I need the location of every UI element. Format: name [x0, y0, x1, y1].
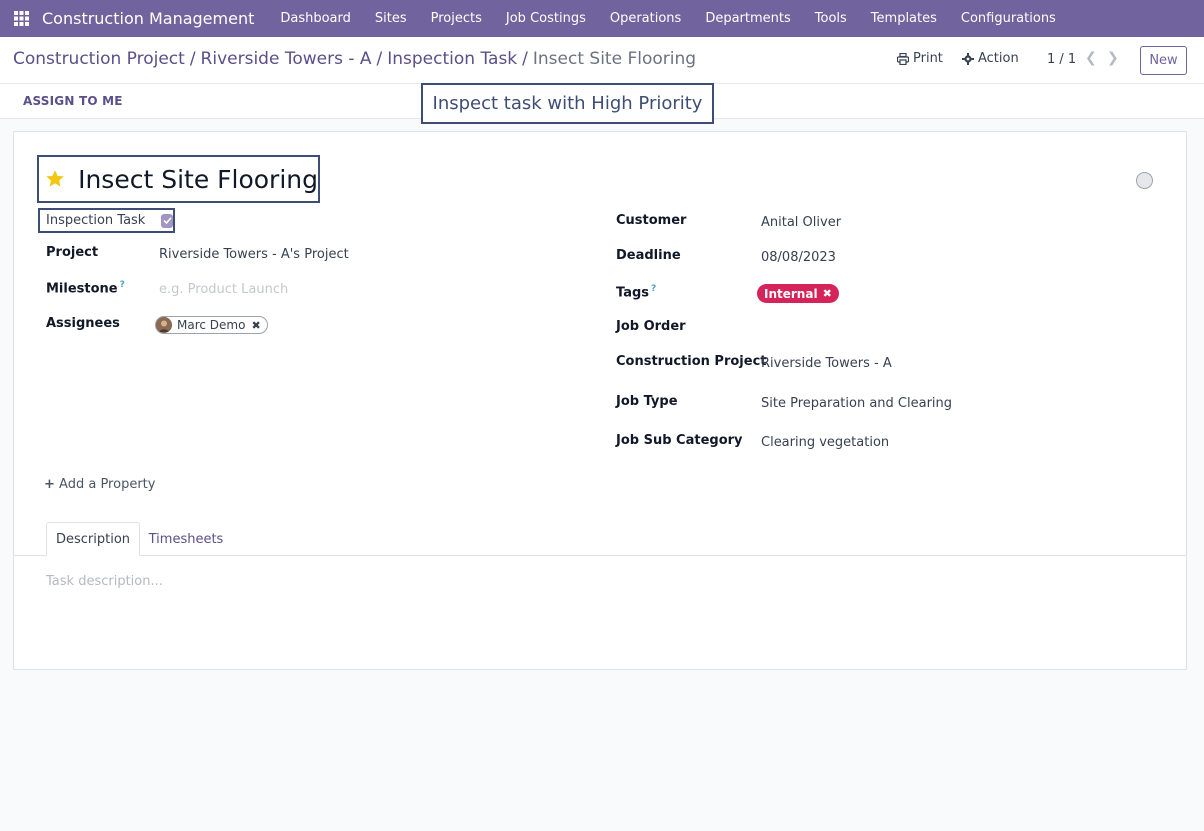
- remove-assignee-icon[interactable]: ✖: [251, 319, 260, 332]
- breadcrumb-inspection-task[interactable]: Inspection Task: [387, 49, 517, 69]
- tab-description[interactable]: Description: [46, 522, 140, 556]
- print-button[interactable]: Print: [897, 51, 943, 66]
- add-property-button[interactable]: + Add a Property: [44, 477, 155, 492]
- help-marker[interactable]: ?: [651, 284, 656, 294]
- task-title[interactable]: Insect Site Flooring: [78, 165, 318, 194]
- inspection-task-checkbox[interactable]: [161, 213, 173, 228]
- task-title-box: Insect Site Flooring: [37, 155, 320, 203]
- tags-label: Tags?: [616, 284, 656, 300]
- job-type-label: Job Type: [616, 394, 678, 409]
- customer-label: Customer: [616, 213, 687, 228]
- construction-project-label: Construction Project: [616, 354, 767, 369]
- deadline-value[interactable]: 08/08/2023: [761, 250, 836, 265]
- print-label: Print: [913, 51, 943, 66]
- milestone-label-text: Milestone: [46, 281, 118, 297]
- assignee-name: Marc Demo: [177, 318, 246, 332]
- kanban-state-icon[interactable]: [1136, 172, 1153, 189]
- tag-label: Internal: [764, 286, 818, 301]
- gear-icon: [962, 52, 974, 65]
- print-icon: [897, 52, 909, 65]
- breadcrumb-riverside-towers[interactable]: Riverside Towers - A: [201, 49, 372, 69]
- inspection-task-label: Inspection Task: [46, 213, 146, 228]
- action-label: Action: [978, 51, 1019, 66]
- app-name[interactable]: Construction Management: [42, 9, 254, 28]
- job-sub-category-value[interactable]: Clearing vegetation: [761, 435, 889, 450]
- menu-dashboard[interactable]: Dashboard: [268, 0, 363, 37]
- help-marker[interactable]: ?: [120, 280, 125, 290]
- menu-configurations[interactable]: Configurations: [949, 0, 1068, 37]
- pager-next-icon[interactable]: ❯: [1107, 50, 1119, 66]
- breadcrumb-current: Insect Site Flooring: [532, 49, 697, 69]
- construction-project-value[interactable]: Riverside Towers - A: [761, 356, 892, 371]
- milestone-label: Milestone?: [46, 280, 125, 296]
- tag-internal[interactable]: Internal ✖: [757, 284, 839, 303]
- add-property-label: Add a Property: [59, 477, 156, 492]
- tags-label-text: Tags: [616, 285, 650, 301]
- milestone-input[interactable]: e.g. Product Launch: [159, 282, 288, 297]
- pager-previous-icon[interactable]: ❮: [1085, 50, 1097, 66]
- menu-departments[interactable]: Departments: [693, 0, 802, 37]
- project-value[interactable]: Riverside Towers - A's Project: [159, 247, 349, 262]
- action-button[interactable]: Action: [962, 51, 1019, 66]
- avatar: [156, 317, 172, 333]
- pager-value[interactable]: 1 / 1: [1047, 52, 1076, 67]
- annotation-tooltip: Inspect task with High Priority: [421, 83, 714, 124]
- form-sheet: [13, 131, 1187, 670]
- customer-value[interactable]: Anital Oliver: [761, 215, 841, 230]
- breadcrumb-separator: /: [189, 49, 196, 69]
- job-type-value[interactable]: Site Preparation and Clearing: [761, 396, 952, 411]
- project-label: Project: [46, 245, 99, 260]
- apps-grid-icon[interactable]: [0, 0, 42, 37]
- breadcrumb-separator: /: [522, 49, 528, 69]
- breadcrumb-construction-project[interactable]: Construction Project: [13, 49, 185, 69]
- description-editor[interactable]: Task description...: [46, 574, 163, 589]
- new-button[interactable]: New: [1140, 46, 1187, 75]
- priority-star-icon[interactable]: [45, 165, 65, 193]
- assignee-chip[interactable]: Marc Demo ✖: [155, 316, 268, 334]
- menu-tools[interactable]: Tools: [803, 0, 859, 37]
- deadline-label: Deadline: [616, 248, 681, 263]
- job-order-label: Job Order: [616, 319, 686, 334]
- remove-tag-icon[interactable]: ✖: [823, 287, 832, 300]
- menu-job-costings[interactable]: Job Costings: [494, 0, 598, 37]
- breadcrumb: Construction Project / Riverside Towers - …: [13, 49, 696, 69]
- assign-to-me-button[interactable]: ASSIGN TO ME: [23, 94, 123, 108]
- top-navbar: Construction Management Dashboard Sites …: [0, 0, 1204, 37]
- menu-operations[interactable]: Operations: [598, 0, 693, 37]
- menu-templates[interactable]: Templates: [859, 0, 949, 37]
- control-panel: Construction Project / Riverside Towers - …: [0, 37, 1204, 84]
- menu-projects[interactable]: Projects: [419, 0, 494, 37]
- checkmark-icon: [163, 217, 172, 225]
- plus-icon: +: [44, 477, 55, 492]
- breadcrumb-separator: /: [376, 49, 383, 69]
- inspection-task-field: Inspection Task: [38, 208, 175, 233]
- job-sub-category-label: Job Sub Category: [616, 433, 743, 448]
- menu-sites[interactable]: Sites: [363, 0, 419, 37]
- assignees-label: Assignees: [46, 316, 120, 331]
- tab-timesheets[interactable]: Timesheets: [140, 522, 232, 556]
